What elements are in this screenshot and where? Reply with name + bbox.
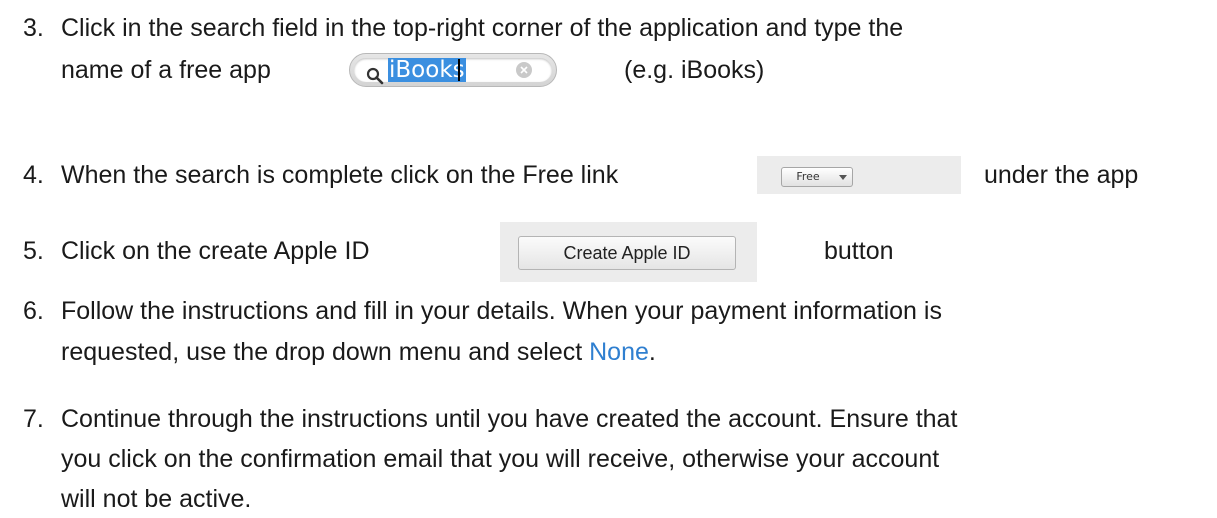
text-cursor (458, 59, 460, 81)
step-text: button (824, 237, 894, 265)
step-text: Click on the create Apple ID (61, 237, 370, 265)
step-text: When the search is complete click on the… (61, 161, 619, 189)
free-button-image: Free (757, 156, 961, 194)
step-number: 6. (23, 297, 44, 325)
search-icon (366, 63, 384, 85)
step-text: Continue through the instructions until … (61, 405, 958, 433)
step-text: name of a free app (61, 56, 271, 84)
step-number: 7. (23, 405, 44, 433)
step-text: will not be active. (61, 485, 252, 513)
search-field-value: iBooks (388, 57, 466, 83)
create-apple-id-button: Create Apple ID (518, 236, 736, 270)
step-text: you click on the confirmation email that… (61, 445, 940, 473)
create-apple-id-button-image: Create Apple ID (500, 222, 757, 282)
step-text: (e.g. iBooks) (624, 56, 765, 84)
step-text-line: requested, use the drop down menu and se… (61, 337, 656, 367)
free-button: Free (781, 167, 835, 187)
search-field-image: iBooks (349, 53, 557, 87)
step-text: under the app (984, 161, 1139, 189)
step-number: 3. (23, 14, 44, 42)
step-text: Click in the search field in the top-rig… (61, 14, 904, 42)
step-text: . (648, 338, 656, 366)
step-text: Follow the instructions and fill in your… (61, 297, 942, 325)
step-number: 5. (23, 237, 44, 265)
clear-icon (516, 62, 532, 78)
none-option-highlight: None (589, 338, 649, 366)
step-text: requested, use the drop down menu and se… (61, 338, 590, 366)
step-number: 4. (23, 161, 44, 189)
chevron-down-icon (834, 167, 853, 187)
